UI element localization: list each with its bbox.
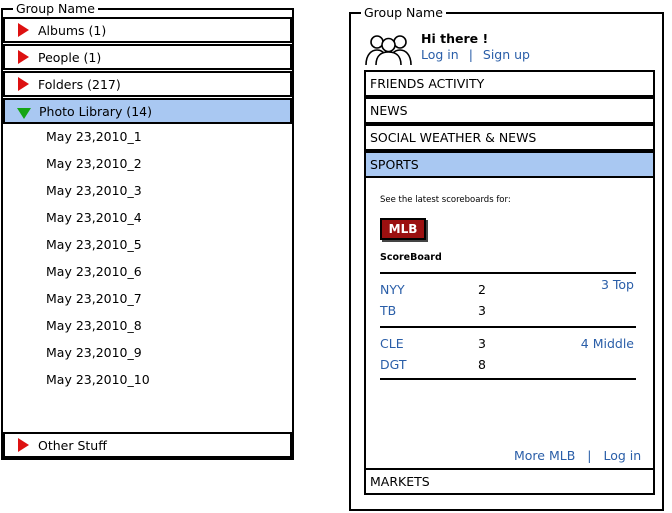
group-other-stuff[interactable]: Other Stuff <box>3 432 292 458</box>
collapsed-arrow-icon <box>18 50 29 64</box>
nav-sports-label: SPORTS <box>370 157 419 172</box>
group-other-stuff-label: Other Stuff <box>38 437 107 453</box>
photo-item[interactable]: May 23,2010_10 <box>46 372 150 388</box>
scoreboard-title: ScoreBoard <box>380 252 442 263</box>
nav-markets[interactable]: MARKETS <box>364 468 655 495</box>
team-score: 2 <box>478 282 486 297</box>
game-status-link[interactable]: 4 Middle <box>570 336 634 351</box>
nav-friends-activity-label: FRIENDS ACTIVITY <box>370 76 485 91</box>
right-panel-legend: Group Name <box>361 5 446 21</box>
game-status-link[interactable]: 3 Top <box>580 277 634 292</box>
scoreboard-divider <box>380 326 636 328</box>
group-people[interactable]: People (1) <box>3 44 292 70</box>
sports-footer-links: More MLB | Log in <box>514 448 641 463</box>
scoreboard-divider <box>380 378 636 380</box>
mlb-badge-label: MLB <box>388 222 418 236</box>
photo-item[interactable]: May 23,2010_5 <box>46 237 142 253</box>
collapsed-arrow-icon <box>18 438 29 452</box>
login-link[interactable]: Log in <box>421 47 459 62</box>
nav-markets-label: MARKETS <box>370 474 430 489</box>
group-folders[interactable]: Folders (217) <box>3 71 292 97</box>
expanded-arrow-icon <box>17 107 31 119</box>
team-link[interactable]: NYY <box>380 282 405 297</box>
left-panel-legend: Group Name <box>13 1 98 17</box>
signup-link[interactable]: Sign up <box>483 47 530 62</box>
nav-social-weather-news[interactable]: SOCIAL WEATHER & NEWS <box>364 124 655 151</box>
group-albums[interactable]: Albums (1) <box>3 17 292 43</box>
group-folders-label: Folders (217) <box>38 76 121 92</box>
team-link[interactable]: TB <box>380 303 396 318</box>
auth-links: Log in | Sign up <box>421 47 530 62</box>
team-score: 8 <box>478 357 486 372</box>
photo-item[interactable]: May 23,2010_3 <box>46 183 142 199</box>
nav-news[interactable]: NEWS <box>364 97 655 124</box>
users-icon <box>365 35 412 66</box>
photo-item[interactable]: May 23,2010_7 <box>46 291 142 307</box>
scoreboard-divider <box>380 272 636 274</box>
group-photo-library[interactable]: Photo Library (14) <box>3 98 292 124</box>
group-albums-label: Albums (1) <box>38 22 107 38</box>
nav-friends-activity[interactable]: FRIENDS ACTIVITY <box>364 70 655 97</box>
nav-social-weather-news-label: SOCIAL WEATHER & NEWS <box>370 130 537 145</box>
photo-item[interactable]: May 23,2010_1 <box>46 129 142 145</box>
auth-separator: | <box>468 47 473 62</box>
nav-sports[interactable]: SPORTS <box>364 151 655 178</box>
collapsed-arrow-icon <box>18 77 29 91</box>
group-people-label: People (1) <box>38 49 102 65</box>
team-link[interactable]: DGT <box>380 357 407 372</box>
team-link[interactable]: CLE <box>380 336 404 351</box>
team-score: 3 <box>478 303 486 318</box>
photo-item[interactable]: May 23,2010_9 <box>46 345 142 361</box>
nav-news-label: NEWS <box>370 103 408 118</box>
sports-intro: See the latest scoreboards for: <box>380 195 511 205</box>
collapsed-arrow-icon <box>18 23 29 37</box>
team-score: 3 <box>478 336 486 351</box>
photo-item[interactable]: May 23,2010_8 <box>46 318 142 334</box>
photo-item[interactable]: May 23,2010_4 <box>46 210 142 226</box>
footer-separator: | <box>587 448 592 463</box>
photo-item[interactable]: May 23,2010_2 <box>46 156 142 172</box>
sports-login-link[interactable]: Log in <box>603 448 641 463</box>
greeting: Hi there ! <box>421 31 489 46</box>
more-mlb-link[interactable]: More MLB <box>514 448 575 463</box>
photo-item[interactable]: May 23,2010_6 <box>46 264 142 280</box>
group-photo-library-label: Photo Library (14) <box>39 103 152 119</box>
mlb-badge-button[interactable]: MLB <box>380 218 426 240</box>
